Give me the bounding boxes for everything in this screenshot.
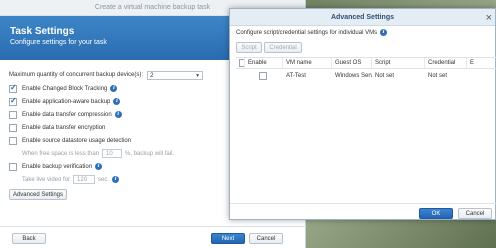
row-spacer bbox=[236, 69, 245, 82]
option-label: Enable backup verification bbox=[22, 163, 93, 170]
dialog-toolbar: Script Credential bbox=[236, 42, 302, 53]
info-icon[interactable]: i bbox=[112, 176, 120, 183]
max-devices-select[interactable]: 2 ▼ bbox=[147, 70, 204, 80]
enable-checkbox[interactable] bbox=[259, 71, 267, 80]
max-devices-value: 2 bbox=[150, 72, 154, 79]
script-button[interactable]: Script bbox=[236, 42, 262, 53]
info-icon[interactable]: i bbox=[380, 29, 388, 36]
enable-cell[interactable] bbox=[245, 69, 283, 82]
col-credential[interactable]: Credential bbox=[425, 58, 467, 68]
ok-button[interactable]: OK bbox=[419, 208, 453, 219]
col-script[interactable]: Script bbox=[372, 58, 425, 68]
close-icon[interactable]: × bbox=[486, 10, 492, 27]
live-video-prefix: Take live video for bbox=[22, 176, 71, 183]
option-label: Enable Changed Block Tracking bbox=[22, 85, 108, 92]
verification-checkbox[interactable] bbox=[9, 162, 17, 171]
back-button[interactable]: Back bbox=[12, 233, 46, 244]
col-enable[interactable]: Enable bbox=[245, 58, 283, 68]
col-extra[interactable]: E bbox=[467, 58, 496, 68]
advanced-settings-dialog: Advanced Settings × Configure script/cre… bbox=[229, 8, 496, 220]
info-icon[interactable]: i bbox=[95, 163, 103, 170]
col-vm-name[interactable]: VM name bbox=[283, 58, 332, 68]
dialog-title-bar: Advanced Settings × bbox=[230, 9, 495, 26]
free-space-input[interactable]: 10 bbox=[102, 149, 123, 158]
col-guest-os[interactable]: Guest OS bbox=[332, 58, 372, 68]
guest-os-cell: Windows Serve... bbox=[335, 72, 372, 79]
option-label: Enable application-aware backup bbox=[22, 98, 111, 105]
dialog-footer: OK Cancel bbox=[230, 203, 496, 221]
wizard-footer: Back Next Cancel bbox=[0, 226, 306, 248]
max-devices-label: Maximum quantity of concurrent backup de… bbox=[9, 72, 144, 78]
option-label: Enable data transfer encryption bbox=[22, 124, 106, 131]
credential-button[interactable]: Credential bbox=[264, 42, 302, 53]
compression-checkbox[interactable] bbox=[9, 110, 17, 119]
live-video-input[interactable]: 120 bbox=[73, 175, 96, 184]
script-cell: Not set bbox=[375, 72, 395, 79]
option-label: Enable data transfer compression bbox=[22, 111, 112, 118]
dialog-cancel-button[interactable]: Cancel bbox=[458, 208, 492, 219]
free-space-suffix: %, backup will fail. bbox=[125, 150, 175, 157]
info-icon[interactable]: i bbox=[110, 85, 118, 92]
next-button[interactable]: Next bbox=[211, 233, 245, 244]
option-label: Enable source datastore usage detection bbox=[22, 137, 132, 144]
encryption-checkbox[interactable] bbox=[9, 123, 17, 132]
datastore-detection-checkbox[interactable] bbox=[9, 136, 17, 145]
dialog-description: Configure script/credential settings for… bbox=[236, 29, 388, 36]
vm-name-cell: AT-Test bbox=[286, 72, 306, 79]
advanced-settings-button[interactable]: Advanced Settings bbox=[9, 188, 67, 200]
info-icon[interactable]: i bbox=[113, 98, 121, 105]
cbt-checkbox[interactable] bbox=[9, 83, 17, 93]
cancel-button[interactable]: Cancel bbox=[249, 233, 283, 244]
live-video-suffix: sec. bbox=[98, 176, 110, 183]
vm-table: Enable VM name Guest OS Script Credentia… bbox=[236, 57, 496, 82]
app-aware-checkbox[interactable] bbox=[9, 96, 17, 106]
table-header: Enable VM name Guest OS Script Credentia… bbox=[236, 58, 496, 69]
table-row[interactable]: AT-Test Windows Serve... Not set Not set bbox=[236, 69, 496, 82]
dialog-title: Advanced Settings bbox=[330, 14, 394, 21]
free-space-prefix: When free space is less than bbox=[22, 150, 100, 157]
credential-cell: Not set bbox=[428, 72, 448, 79]
chevron-down-icon: ▼ bbox=[195, 72, 201, 79]
info-icon[interactable]: i bbox=[114, 111, 122, 118]
description-text: Configure script/credential settings for… bbox=[236, 29, 378, 36]
select-all-cell[interactable] bbox=[236, 58, 245, 68]
